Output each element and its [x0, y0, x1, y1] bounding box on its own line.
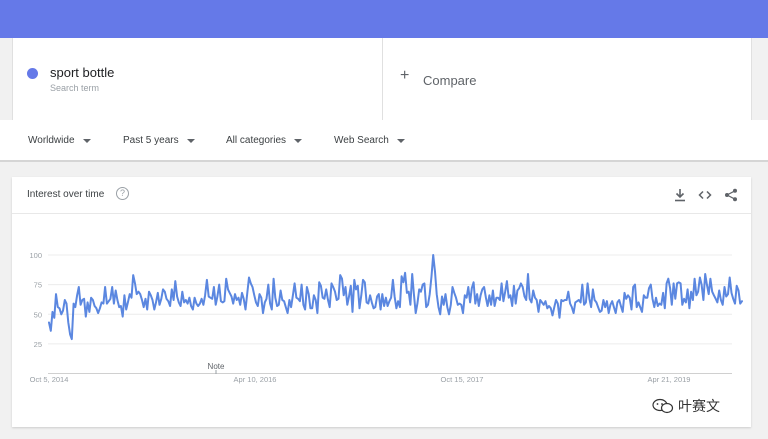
- watermark-text: 叶赛文: [678, 398, 720, 414]
- y-tick-label: 100: [29, 251, 42, 260]
- interest-line-chart: 100 75 50 25 Oct 5, 2014 Apr 10, 2016 Oct 15, …: [29, 251, 743, 384]
- card-title: Interest over time: [27, 189, 105, 200]
- term-name[interactable]: sport bottle: [50, 65, 114, 80]
- x-tick-label: Oct 5, 2014: [30, 375, 69, 384]
- y-tick-label: 75: [34, 281, 42, 290]
- share-icon[interactable]: [724, 188, 738, 202]
- watermark: 叶赛文: [652, 396, 720, 416]
- x-tick-label: Apr 21, 2019: [648, 375, 691, 384]
- source-label: Web Search: [334, 135, 389, 146]
- plus-icon: +: [400, 67, 410, 84]
- source-dropdown[interactable]: Web Search: [334, 135, 405, 146]
- caret-down-icon: [186, 138, 195, 143]
- category-dropdown[interactable]: All categories: [226, 135, 303, 146]
- term-subtitle: Search term: [50, 83, 100, 93]
- download-icon[interactable]: [673, 188, 687, 202]
- search-term-card[interactable]: sport bottle Search term: [13, 38, 383, 120]
- term-color-dot: [27, 68, 38, 79]
- region-label: Worldwide: [28, 135, 75, 146]
- wechat-icon: [652, 398, 674, 414]
- period-dropdown[interactable]: Past 5 years: [123, 135, 195, 146]
- caret-down-icon: [294, 138, 303, 143]
- embed-icon[interactable]: [698, 188, 712, 202]
- top-bar: [0, 0, 768, 38]
- help-icon[interactable]: ?: [116, 187, 129, 200]
- x-tick-label: Apr 10, 2016: [234, 375, 277, 384]
- period-label: Past 5 years: [123, 135, 179, 146]
- compare-button[interactable]: + Compare: [383, 38, 751, 120]
- x-tick-label: Oct 15, 2017: [441, 375, 484, 384]
- filter-bar: Worldwide Past 5 years All categories We…: [0, 120, 768, 162]
- y-tick-label: 25: [34, 340, 42, 349]
- interest-over-time-card: Interest over time ? 100 75 50 25 Oct 5, 201…: [12, 177, 751, 427]
- y-tick-label: 50: [34, 310, 42, 319]
- caret-down-icon: [82, 138, 91, 143]
- note-annotation: Note: [208, 362, 225, 371]
- search-terms-panel: sport bottle Search term + Compare: [12, 38, 752, 120]
- region-dropdown[interactable]: Worldwide: [28, 135, 91, 146]
- series-line: [48, 254, 743, 341]
- compare-label: Compare: [423, 73, 477, 88]
- category-label: All categories: [226, 135, 287, 146]
- caret-down-icon: [396, 138, 405, 143]
